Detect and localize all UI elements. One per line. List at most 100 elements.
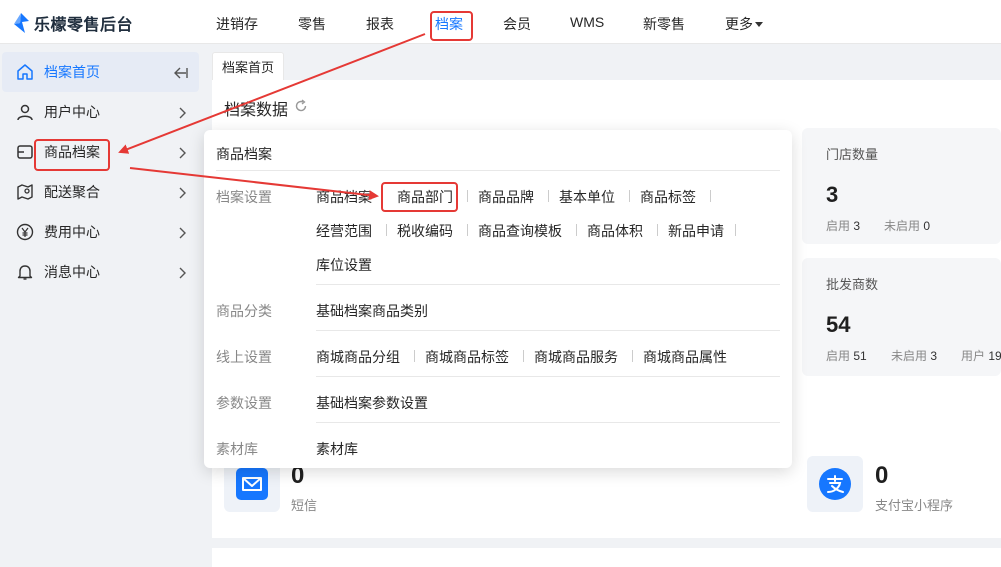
dropdown-category: 线上设置 bbox=[216, 349, 272, 365]
separator bbox=[632, 350, 633, 362]
chevron-right-icon bbox=[177, 146, 187, 159]
stat-value: 54 bbox=[826, 312, 851, 337]
chevron-right-icon bbox=[177, 266, 187, 279]
sidebar-item-expense[interactable]: 费用中心 bbox=[2, 212, 199, 252]
stat-label: 门店数量 bbox=[826, 147, 879, 162]
separator bbox=[467, 224, 468, 236]
product-archive-dropdown: 商品档案 档案设置 商品档案 商品部门 商品品牌 基本单位 商品标签 经营范围 … bbox=[204, 130, 792, 468]
collapse-sidebar-icon[interactable] bbox=[174, 66, 188, 79]
separator bbox=[414, 350, 415, 362]
tab-archive-home[interactable]: 档案首页 bbox=[212, 52, 284, 80]
menu-link-business-scope[interactable]: 经营范围 bbox=[316, 221, 372, 241]
sidebar-item-messages[interactable]: 消息中心 bbox=[2, 252, 199, 292]
sidebar-item-label: 费用中心 bbox=[44, 224, 100, 240]
stat-label: 批发商数 bbox=[826, 277, 879, 292]
nav-more-label: 更多 bbox=[725, 16, 753, 32]
menu-link-product-tag[interactable]: 商品标签 bbox=[640, 187, 696, 207]
nav-inventory[interactable]: 进销存 bbox=[216, 14, 258, 34]
nav-wms[interactable]: WMS bbox=[570, 14, 604, 30]
user-icon bbox=[16, 103, 34, 121]
bell-icon bbox=[16, 263, 34, 281]
nav-members[interactable]: 会员 bbox=[503, 14, 531, 34]
separator bbox=[657, 224, 658, 236]
separator bbox=[548, 190, 549, 202]
stat-sub-disabled: 未启用 0 bbox=[884, 219, 931, 233]
top-bar: 乐檬零售后台 进销存 零售 报表 档案 会员 WMS 新零售 更多 bbox=[0, 0, 1001, 44]
menu-link-mall-service[interactable]: 商城商品服务 bbox=[534, 347, 618, 367]
sidebar-item-user-center[interactable]: 用户中心 bbox=[2, 92, 199, 132]
annotation-box-nav-archives bbox=[430, 11, 473, 41]
stat-value: 3 bbox=[826, 182, 839, 207]
app-title: 乐檬零售后台 bbox=[34, 17, 134, 34]
sidebar-item-label: 消息中心 bbox=[44, 264, 100, 280]
menu-link-product-volume[interactable]: 商品体积 bbox=[587, 221, 643, 241]
menu-link-query-template[interactable]: 商品查询模板 bbox=[478, 221, 562, 241]
menu-link-new-product-request[interactable]: 新品申请 bbox=[668, 221, 724, 241]
alipay-tile-icon bbox=[807, 456, 863, 512]
divider bbox=[316, 330, 780, 331]
logo-icon bbox=[12, 13, 30, 33]
sidebar-item-label: 档案首页 bbox=[44, 64, 100, 80]
nav-new-retail[interactable]: 新零售 bbox=[643, 14, 685, 34]
nav-retail[interactable]: 零售 bbox=[298, 14, 326, 34]
sidebar-item-label: 配送聚合 bbox=[44, 184, 100, 200]
separator bbox=[467, 190, 468, 202]
section-title: 档案数据 bbox=[224, 96, 308, 120]
sms-label: 短信 bbox=[291, 498, 318, 513]
mail-icon bbox=[236, 468, 268, 500]
alipay-icon bbox=[819, 468, 851, 500]
separator bbox=[629, 190, 630, 202]
menu-link-location-settings[interactable]: 库位设置 bbox=[316, 255, 372, 275]
alipay-label: 支付宝小程序 bbox=[875, 498, 954, 513]
divider bbox=[316, 284, 780, 285]
separator bbox=[386, 224, 387, 236]
chevron-right-icon bbox=[177, 226, 187, 239]
product-icon bbox=[16, 143, 34, 161]
caret-down-icon bbox=[755, 21, 763, 27]
annotation-box-product-department bbox=[381, 182, 458, 212]
divider bbox=[316, 422, 780, 423]
stat-sub-enabled: 启用 3 bbox=[826, 219, 861, 233]
menu-link-parameter-settings[interactable]: 基础档案参数设置 bbox=[316, 393, 428, 413]
sidebar-item-delivery[interactable]: 配送聚合 bbox=[2, 172, 199, 212]
dropdown-category: 档案设置 bbox=[216, 189, 272, 205]
menu-link-mall-attribute[interactable]: 商城商品属性 bbox=[643, 347, 727, 367]
section-title-text: 档案数据 bbox=[224, 102, 289, 119]
dropdown-category: 参数设置 bbox=[216, 395, 272, 411]
stat-sub-users: 用户 19 bbox=[961, 349, 1001, 363]
separator bbox=[576, 224, 577, 236]
chevron-right-icon bbox=[177, 186, 187, 199]
separator bbox=[523, 350, 524, 362]
menu-link-mall-tag[interactable]: 商城商品标签 bbox=[425, 347, 509, 367]
app-logo[interactable]: 乐檬零售后台 bbox=[12, 12, 133, 34]
dropdown-category: 商品分类 bbox=[216, 303, 272, 319]
annotation-box-product-archive bbox=[34, 139, 110, 171]
sidebar-item-archive-home[interactable]: 档案首页 bbox=[2, 52, 199, 92]
refresh-icon[interactable] bbox=[294, 98, 308, 118]
dropdown-title: 商品档案 bbox=[216, 146, 272, 162]
chevron-right-icon bbox=[177, 106, 187, 119]
menu-link-tax-code[interactable]: 税收编码 bbox=[397, 221, 453, 241]
separator bbox=[710, 190, 711, 202]
nav-more[interactable]: 更多 bbox=[725, 14, 763, 34]
menu-link-product-brand[interactable]: 商品品牌 bbox=[478, 187, 534, 207]
bottom-panel bbox=[212, 548, 1001, 567]
divider bbox=[316, 376, 780, 377]
stat-sub-disabled: 未启用 3 bbox=[891, 349, 938, 363]
menu-link-mall-group[interactable]: 商城商品分组 bbox=[316, 347, 400, 367]
stat-sub-enabled: 启用 51 bbox=[826, 349, 867, 363]
menu-link-material-library[interactable]: 素材库 bbox=[316, 439, 358, 459]
sidebar-item-label: 用户中心 bbox=[44, 104, 100, 120]
home-icon bbox=[16, 63, 34, 81]
separator bbox=[735, 224, 736, 236]
menu-link-basic-unit[interactable]: 基本单位 bbox=[559, 187, 615, 207]
tab-label: 档案首页 bbox=[221, 60, 274, 75]
yen-icon bbox=[16, 223, 34, 241]
dropdown-category: 素材库 bbox=[216, 441, 258, 457]
menu-link-product-archive[interactable]: 商品档案 bbox=[316, 187, 372, 207]
nav-reports[interactable]: 报表 bbox=[366, 14, 394, 34]
alipay-value: 0 bbox=[875, 462, 889, 489]
divider bbox=[216, 170, 780, 171]
map-icon bbox=[16, 183, 34, 201]
menu-link-category[interactable]: 基础档案商品类别 bbox=[316, 301, 428, 321]
